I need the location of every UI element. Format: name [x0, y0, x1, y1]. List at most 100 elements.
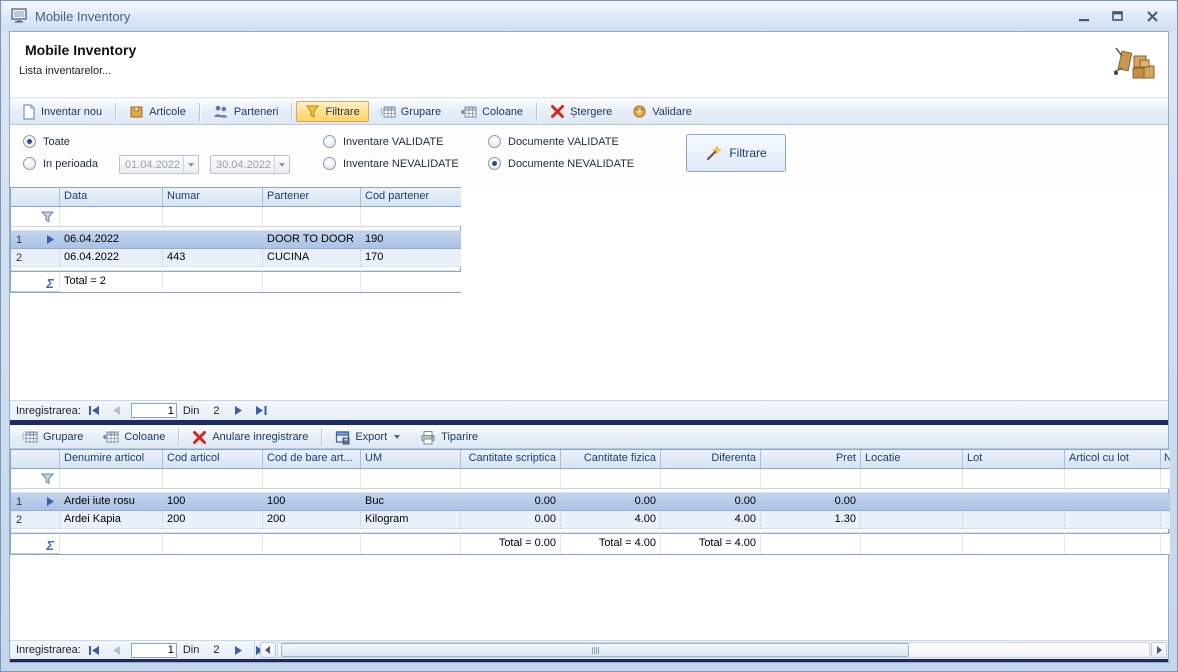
filter-cell[interactable] [263, 207, 361, 227]
filter-cell[interactable] [963, 469, 1065, 489]
filter-cell[interactable] [60, 207, 163, 227]
cell-diferenta[interactable]: 4.00 [661, 511, 761, 529]
column-header[interactable]: Data [60, 188, 163, 207]
chevron-down-icon[interactable] [183, 156, 198, 173]
cell-cod-articol[interactable]: 100 [163, 493, 263, 511]
cell-cod-partener[interactable]: 170 [361, 249, 461, 267]
first-record-icon[interactable] [87, 404, 103, 418]
partners-button[interactable]: Parteneri [204, 101, 288, 122]
validate-button[interactable]: Validare [623, 101, 701, 122]
table-row[interactable]: 1 06.04.2022 DOOR TO DOOR 190 [11, 231, 460, 249]
record-number-input[interactable] [131, 403, 177, 418]
cell-data[interactable]: 06.04.2022 [60, 249, 163, 267]
cell-n[interactable] [1161, 493, 1170, 511]
filter-cell[interactable] [661, 469, 761, 489]
cancel-record-button[interactable]: Anulare inregistrare [183, 427, 317, 448]
chevron-down-icon[interactable] [274, 156, 289, 173]
new-inventory-button[interactable]: Inventar nou [13, 101, 111, 122]
next-record-icon[interactable] [231, 404, 247, 418]
table-row[interactable]: 1 Ardei iute rosu 100 100 Buc 0.00 0.00 … [11, 493, 1168, 511]
column-header[interactable]: Cod de bare art... [263, 450, 361, 469]
filter-cell[interactable] [561, 469, 661, 489]
cell-cantitate-fizica[interactable]: 4.00 [561, 511, 661, 529]
record-number-input[interactable] [131, 643, 177, 658]
cell-cantitate-scriptica[interactable]: 0.00 [461, 493, 561, 511]
filter-cell[interactable] [361, 469, 461, 489]
cell-cantitate-scriptica[interactable]: 0.00 [461, 511, 561, 529]
radio-toate[interactable]: Toate [23, 135, 70, 148]
previous-record-icon[interactable] [109, 643, 125, 657]
cell-cod-bare[interactable]: 100 [263, 493, 361, 511]
scroll-left-icon[interactable] [260, 642, 276, 658]
column-header[interactable]: Articol cu lot [1065, 450, 1161, 469]
date-from-combo[interactable]: 01.04.2022 [119, 155, 199, 174]
cell-numar[interactable] [163, 231, 263, 249]
export-dropdown-icon[interactable] [394, 435, 400, 439]
filter-cell[interactable] [163, 469, 263, 489]
filter-cell[interactable] [263, 469, 361, 489]
radio-in-perioada[interactable]: In perioada [23, 157, 98, 170]
detail-columns-button[interactable]: Coloane [94, 427, 174, 448]
previous-record-icon[interactable] [109, 404, 125, 418]
group-button[interactable]: Grupare [371, 101, 450, 122]
filter-cell[interactable] [361, 207, 461, 227]
cell-articol-cu-lot[interactable] [1065, 493, 1161, 511]
radio-inventare-nevalidate[interactable]: Inventare NEVALIDATE [323, 157, 459, 170]
filter-cell[interactable] [1161, 469, 1170, 489]
cell-locatie[interactable] [861, 493, 963, 511]
apply-filter-button[interactable]: Filtrare [686, 134, 786, 172]
print-button[interactable]: Tiparire [411, 427, 487, 448]
cell-um[interactable]: Buc [361, 493, 461, 511]
filter-button[interactable]: Filtrare [296, 101, 368, 122]
radio-documente-validate[interactable]: Documente VALIDATE [488, 135, 619, 148]
cell-partener[interactable]: CUCINA [263, 249, 361, 267]
cell-partener[interactable]: DOOR TO DOOR [263, 231, 361, 249]
cell-n[interactable] [1161, 511, 1170, 529]
column-header[interactable]: Cantitate scriptica [461, 450, 561, 469]
column-header[interactable]: Numar [163, 188, 263, 207]
column-header[interactable]: Cod partener [361, 188, 461, 207]
delete-button[interactable]: Ștergere [541, 101, 621, 122]
date-to-combo[interactable]: 30.04.2022 [210, 155, 290, 174]
cell-diferenta[interactable]: 0.00 [661, 493, 761, 511]
cell-data[interactable]: 06.04.2022 [60, 231, 163, 249]
column-header[interactable]: N [1161, 450, 1170, 469]
filter-cell[interactable] [60, 469, 163, 489]
next-record-icon[interactable] [231, 643, 247, 657]
cell-pret[interactable]: 1.30 [761, 511, 861, 529]
filter-cell[interactable] [461, 469, 561, 489]
cell-articol-cu-lot[interactable] [1065, 511, 1161, 529]
filter-cell[interactable] [163, 207, 263, 227]
maximize-icon[interactable] [1110, 9, 1126, 23]
filter-cell[interactable] [1065, 469, 1161, 489]
cell-denumire[interactable]: Ardei iute rosu [60, 493, 163, 511]
table-row[interactable]: 2 Ardei Kapia 200 200 Kilogram 0.00 4.00… [11, 511, 1168, 529]
articles-button[interactable]: Articole [120, 101, 195, 122]
column-header[interactable]: Diferenta [661, 450, 761, 469]
radio-inventare-validate[interactable]: Inventare VALIDATE [323, 135, 443, 148]
table-row[interactable]: 2 06.04.2022 443 CUCINA 170 [11, 249, 460, 267]
cell-numar[interactable]: 443 [163, 249, 263, 267]
last-record-icon[interactable] [253, 404, 269, 418]
cell-cod-bare[interactable]: 200 [263, 511, 361, 529]
column-header[interactable]: Cantitate fizica [561, 450, 661, 469]
cell-pret[interactable]: 0.00 [761, 493, 861, 511]
column-header[interactable]: Partener [263, 188, 361, 207]
first-record-icon[interactable] [87, 643, 103, 657]
close-icon[interactable] [1144, 9, 1160, 23]
detail-group-button[interactable]: Grupare [13, 427, 92, 448]
scrollbar-track[interactable] [277, 642, 1150, 658]
filter-cell[interactable] [761, 469, 861, 489]
column-header[interactable]: Locatie [861, 450, 963, 469]
column-header[interactable]: Pret [761, 450, 861, 469]
horizontal-scrollbar[interactable] [260, 642, 1167, 658]
scrollbar-thumb[interactable] [281, 643, 909, 657]
cell-um[interactable]: Kilogram [361, 511, 461, 529]
column-header[interactable]: UM [361, 450, 461, 469]
filter-cell[interactable] [861, 469, 963, 489]
cell-lot[interactable] [963, 511, 1065, 529]
scroll-right-icon[interactable] [1151, 642, 1167, 658]
cell-locatie[interactable] [861, 511, 963, 529]
cell-denumire[interactable]: Ardei Kapia [60, 511, 163, 529]
export-button[interactable]: Export [326, 427, 409, 448]
